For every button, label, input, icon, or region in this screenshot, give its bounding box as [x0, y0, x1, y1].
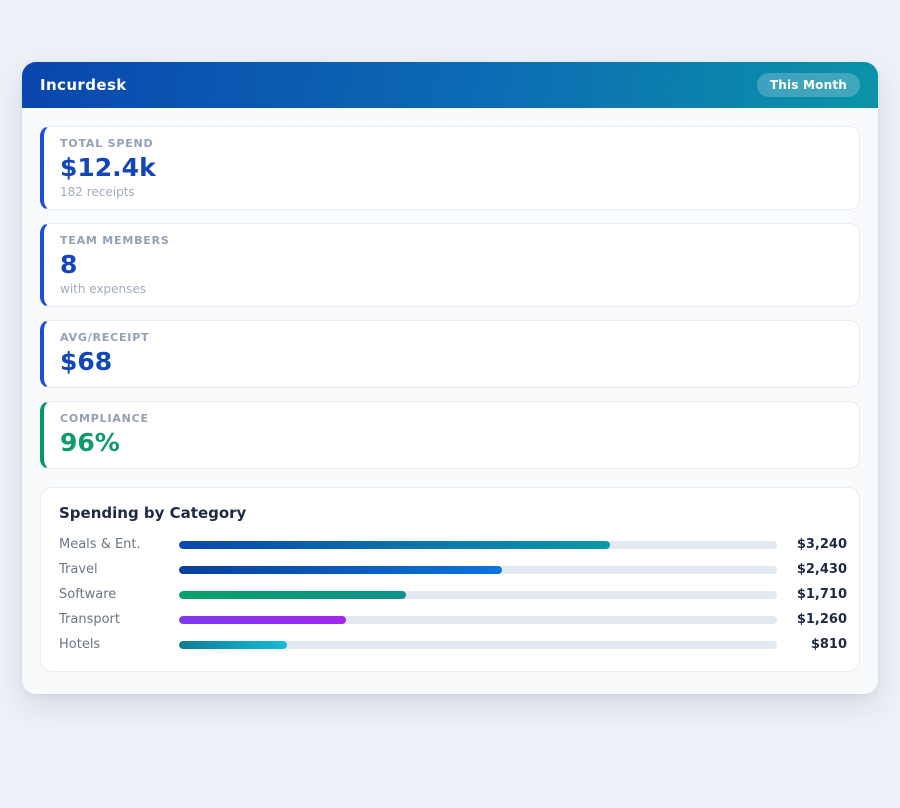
spending-by-category-card: Spending by Category Meals & Ent. $3,240… [40, 487, 860, 672]
stat-label: AVG/RECEIPT [60, 331, 843, 344]
dashboard-content: TOTAL SPEND $12.4k 182 receipts TEAM MEM… [22, 108, 878, 694]
app-header: Incurdesk This Month [22, 62, 878, 108]
category-label: Meals & Ent. [59, 537, 179, 552]
category-row-transport: Transport $1,260 [59, 607, 847, 632]
stat-value: $12.4k [60, 153, 843, 183]
category-bar-track [179, 566, 777, 574]
dashboard-panel: Incurdesk This Month TOTAL SPEND $12.4k … [22, 62, 878, 694]
stat-card-team-members: TEAM MEMBERS 8 with expenses [40, 223, 860, 307]
stat-value: 96% [60, 428, 843, 458]
category-value: $1,710 [777, 587, 847, 602]
category-bar-track [179, 591, 777, 599]
category-bar-track [179, 641, 777, 649]
category-bar-fill [179, 566, 502, 574]
category-label: Hotels [59, 637, 179, 652]
app-title: Incurdesk [40, 76, 127, 94]
category-value: $2,430 [777, 562, 847, 577]
stat-card-avg-receipt: AVG/RECEIPT $68 [40, 320, 860, 388]
stat-value: 8 [60, 250, 843, 280]
category-value: $1,260 [777, 612, 847, 627]
stat-label: TOTAL SPEND [60, 137, 843, 150]
category-value: $3,240 [777, 537, 847, 552]
category-row-software: Software $1,710 [59, 582, 847, 607]
category-label: Software [59, 587, 179, 602]
stat-value: $68 [60, 347, 843, 377]
category-row-meals-ent: Meals & Ent. $3,240 [59, 532, 847, 557]
category-bar-fill [179, 591, 406, 599]
category-row-hotels: Hotels $810 [59, 632, 847, 657]
spending-section-title: Spending by Category [59, 504, 847, 522]
stat-card-compliance: COMPLIANCE 96% [40, 401, 860, 469]
category-rows: Meals & Ent. $3,240 Travel $2,430 Softwa… [59, 532, 847, 657]
category-row-travel: Travel $2,430 [59, 557, 847, 582]
category-bar-track [179, 616, 777, 624]
stat-card-total-spend: TOTAL SPEND $12.4k 182 receipts [40, 126, 860, 210]
category-label: Transport [59, 612, 179, 627]
category-label: Travel [59, 562, 179, 577]
stat-sub: with expenses [60, 282, 843, 296]
stats-list: TOTAL SPEND $12.4k 182 receipts TEAM MEM… [40, 126, 860, 469]
category-bar-fill [179, 616, 346, 624]
category-value: $810 [777, 637, 847, 652]
stat-sub: 182 receipts [60, 185, 843, 199]
period-badge-button[interactable]: This Month [757, 73, 860, 97]
stat-label: TEAM MEMBERS [60, 234, 843, 247]
category-bar-track [179, 541, 777, 549]
stat-label: COMPLIANCE [60, 412, 843, 425]
category-bar-fill [179, 541, 610, 549]
category-bar-fill [179, 641, 287, 649]
